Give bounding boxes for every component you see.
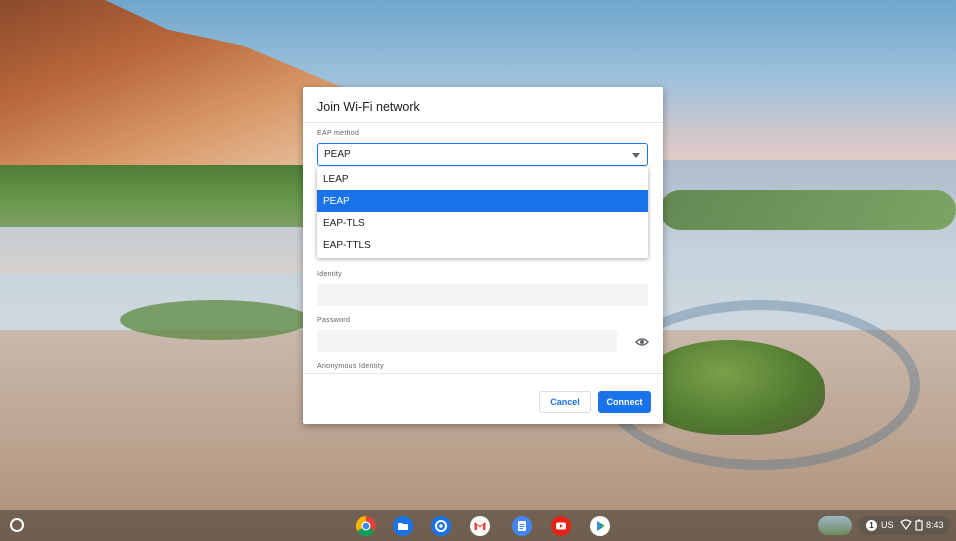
connect-button[interactable]: Connect (598, 391, 651, 413)
eap-method-label: EAP method (317, 130, 360, 137)
eap-method-value: PEAP (324, 149, 351, 160)
wallpaper-rock (640, 340, 825, 435)
dialog-divider (303, 122, 663, 123)
shelf: 1 US 8:43 (0, 510, 956, 541)
chrome-icon[interactable] (356, 516, 376, 536)
clock-label: 8:43 (926, 520, 944, 530)
identity-input[interactable] (317, 284, 648, 306)
password-label: Password (317, 317, 351, 324)
option-leap[interactable]: LEAP (317, 168, 648, 190)
anonymous-identity-label: Anonymous Identity (317, 363, 384, 370)
chevron-down-icon (632, 153, 640, 158)
cancel-button[interactable]: Cancel (539, 391, 591, 413)
play-store-icon[interactable] (590, 516, 610, 536)
wallpaper-grass (0, 165, 320, 227)
files-icon[interactable] (393, 516, 413, 536)
eap-method-dropdown: LEAP PEAP EAP-TLS EAP-TTLS (317, 167, 648, 258)
youtube-icon[interactable] (551, 516, 571, 536)
docs-icon[interactable] (512, 516, 532, 536)
wifi-icon (900, 519, 912, 533)
wallpaper-water (0, 228, 320, 273)
dialog-title: Join Wi-Fi network (317, 100, 420, 114)
join-wifi-dialog: Join Wi-Fi network EAP method PEAP LEAP … (303, 87, 663, 424)
keyboard-layout-label: US (881, 520, 894, 530)
gmail-icon[interactable] (470, 516, 490, 536)
battery-icon (915, 519, 923, 533)
option-eap-ttls[interactable]: EAP-TTLS (317, 234, 648, 256)
wallpaper-rocks (120, 300, 310, 340)
identity-label: Identity (317, 271, 342, 278)
dialog-footer-divider (303, 373, 663, 374)
tray-preview-thumbnail[interactable] (818, 516, 852, 535)
launcher-button[interactable] (10, 518, 24, 532)
status-tray[interactable]: 1 US 8:43 (858, 516, 950, 535)
notification-count-badge: 1 (866, 520, 877, 531)
app-icon[interactable] (431, 516, 451, 536)
option-peap[interactable]: PEAP (317, 190, 648, 212)
wallpaper-reef (660, 190, 956, 230)
eap-method-select[interactable]: PEAP (317, 143, 648, 166)
password-input[interactable] (317, 330, 617, 352)
show-password-icon[interactable] (635, 335, 649, 349)
option-eap-tls[interactable]: EAP-TLS (317, 212, 648, 234)
